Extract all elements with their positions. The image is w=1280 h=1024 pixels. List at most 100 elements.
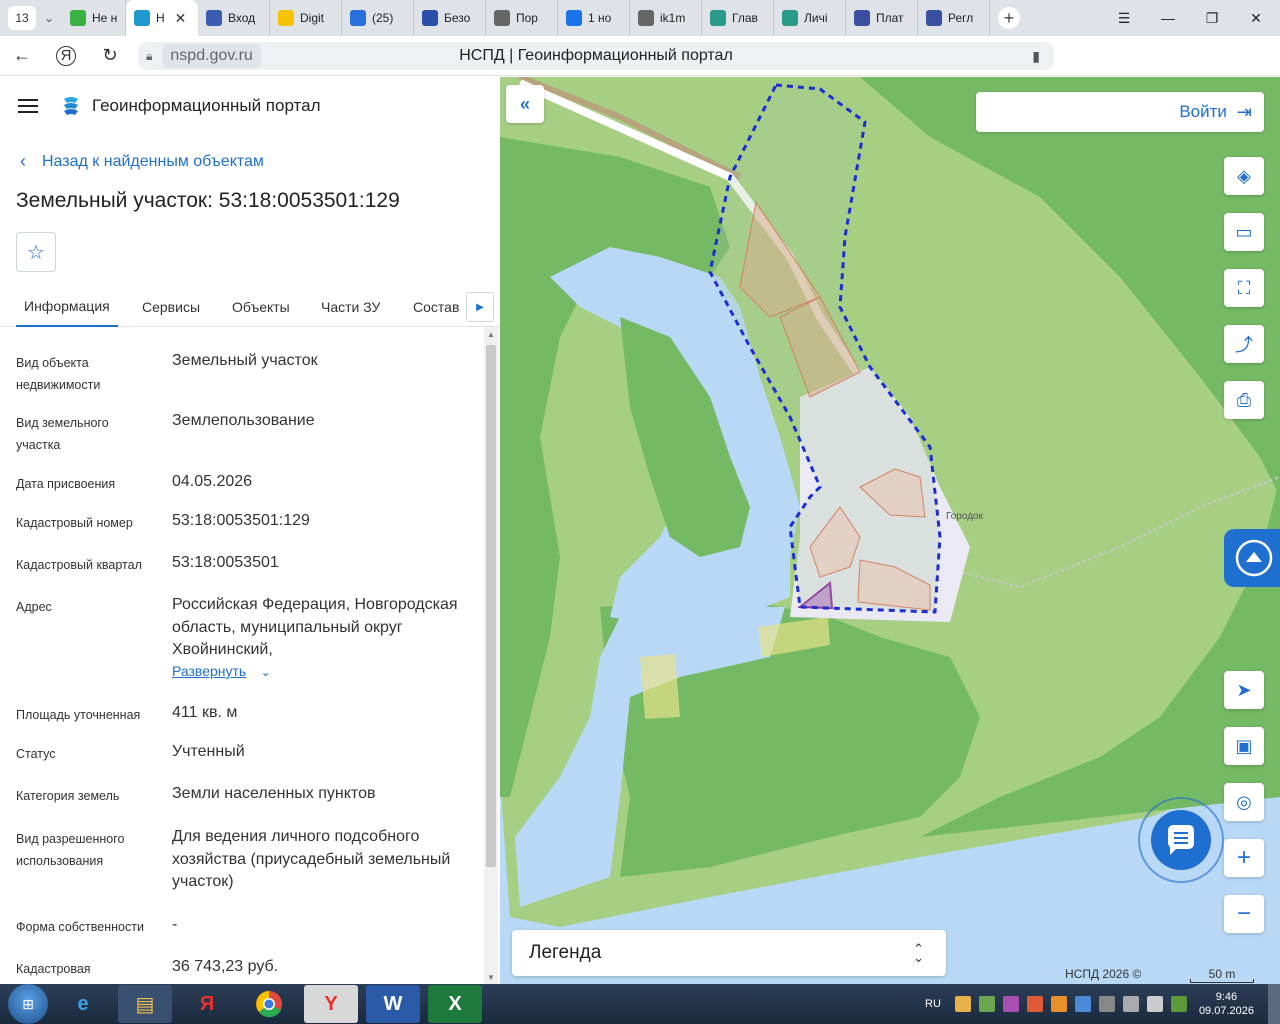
network-icon[interactable] [1170,996,1187,1012]
tab-information[interactable]: Информация [16,287,118,327]
scroll-up-icon[interactable]: ▲ [484,327,498,341]
yandex-icon[interactable]: Я [56,45,76,66]
map-view[interactable]: Городок « Войти ⇥ ◈ ▭ ⛶ ⤴ ⎙ ➤ ▣ ◎ + − Ле… [500,77,1280,984]
scale-bar [1190,979,1254,983]
share-icon[interactable]: ⤴ [1224,325,1264,363]
assistant-robot-icon[interactable] [1224,529,1280,587]
tabs-scroll-right-icon[interactable]: ▶ [466,292,494,322]
property-value: 411 кв. м [172,704,238,721]
browser-tab[interactable]: Вход [198,0,270,36]
word-icon[interactable]: W [366,985,420,1023]
back-to-results-link[interactable]: ‹ Назад к найденным объектам [20,151,264,172]
locate-icon[interactable]: ◎ [1224,783,1264,821]
reload-icon[interactable]: ↻ [88,45,132,66]
zoom-out-button[interactable]: − [1224,895,1264,933]
explorer-icon[interactable]: ▤ [118,985,172,1023]
browser-tab[interactable]: Личі [774,0,846,36]
browser-tab[interactable]: Плат [846,0,918,36]
place-label: Городок [946,511,983,522]
volume-icon[interactable] [1146,996,1163,1012]
ie-icon[interactable]: e [56,985,110,1023]
bookmark-icon[interactable]: ▮ [1032,48,1040,65]
restore-button[interactable]: ❐ [1190,0,1234,36]
property-label: Дата присвоения [16,477,116,491]
browser-tab[interactable]: Регл [918,0,990,36]
browser-tab[interactable]: Глав [702,0,774,36]
property-label: Кадастровый номер [16,516,133,530]
scrollbar-thumb[interactable] [486,345,496,867]
chevron-down-icon[interactable]: ⌄ [36,11,62,25]
menu-icon[interactable]: ☰ [1102,0,1146,36]
hamburger-menu-icon[interactable] [18,99,38,113]
geolocation-icon[interactable]: ➤ [1224,671,1264,709]
collapse-panel-button[interactable]: « [506,85,544,123]
browser-tab-label: Digit [300,11,325,25]
tab-composition[interactable]: Состав [413,287,459,327]
document-icon [638,10,654,26]
url-field[interactable]: 🔒︎ nspd.gov.ru НСПД | Геоинформационный … [138,42,1054,70]
chevron-left-icon: ‹ [20,151,26,171]
language-indicator[interactable]: RU [925,998,941,1010]
tray-app-icon[interactable] [978,996,995,1012]
yandex-browser-icon[interactable]: Я [180,985,234,1023]
login-label: Войти [1179,102,1227,121]
browser-tab-label: Не н [92,11,118,25]
tab-services[interactable]: Сервисы [142,287,200,327]
tray-app-icon[interactable] [1098,996,1115,1012]
browser-tab-label: Плат [876,11,904,25]
system-tray: RU 9:46 09.07.2026 [925,984,1280,1024]
expand-label: Развернуть [172,663,247,679]
chat-button[interactable] [1136,795,1226,885]
nspd-icon [134,10,150,26]
expand-address-link[interactable]: Развернуть ⌄ [172,663,271,681]
minimap-icon[interactable]: ▣ [1224,727,1264,765]
favorite-star-icon[interactable]: ☆ [16,232,56,272]
browser-tab[interactable]: Безо [414,0,486,36]
flag-icon[interactable] [1122,996,1139,1012]
tray-app-icon[interactable] [954,996,971,1012]
tray-app-icon[interactable] [1074,996,1091,1012]
new-tab-button[interactable]: + [998,7,1020,29]
chrome-icon[interactable] [242,985,296,1023]
close-tab-icon[interactable]: ✕ [175,10,187,27]
browser-tab[interactable]: Digit [270,0,342,36]
panel-scrollbar[interactable]: ▲ ▼ [484,327,498,984]
browser-tab[interactable]: (25) [342,0,414,36]
minimize-button[interactable]: — [1146,0,1190,36]
tab-count-badge[interactable]: 13 [8,6,36,30]
legend-dropdown[interactable]: Легенда ⌃ ⌄ [512,930,946,976]
login-button[interactable]: Войти ⇥ [976,92,1264,132]
browser-tab[interactable]: 1 но [558,0,630,36]
browser-tab-label: Глав [732,11,758,25]
scroll-down-icon[interactable]: ▼ [484,970,498,984]
back-icon[interactable]: ← [0,45,44,66]
tray-app-icon[interactable] [1050,996,1067,1012]
ruler-icon[interactable]: ▭ [1224,213,1264,251]
close-window-button[interactable]: ✕ [1234,0,1278,36]
folder-icon [278,10,294,26]
select-area-icon[interactable]: ⛶ [1224,269,1264,307]
clock[interactable]: 9:46 09.07.2026 [1199,990,1254,1018]
yandex-icon[interactable]: Y [304,985,358,1023]
updown-chevron-icon: ⌃ ⌄ [913,941,924,965]
property-label: Площадь уточненная [16,708,141,722]
start-button[interactable]: ⊞ [8,984,48,1024]
browser-tab[interactable]: Н ✕ [126,0,198,36]
layers-icon[interactable]: ◈ [1224,157,1264,195]
tab-objects[interactable]: Объекты [232,287,290,327]
excel-icon[interactable]: X [428,985,482,1023]
browser-tab-label: Н [156,11,165,25]
show-desktop-button[interactable] [1268,984,1280,1024]
tray-app-icon[interactable] [1002,996,1019,1012]
tab-land-parts[interactable]: Части ЗУ [321,287,380,327]
zoom-in-button[interactable]: + [1224,839,1264,877]
property-label: Кадастровая [16,962,91,976]
at-icon [422,10,438,26]
browser-tab[interactable]: Пор [486,0,558,36]
print-icon[interactable]: ⎙ [1224,381,1264,419]
browser-tab[interactable]: Не н [62,0,126,36]
tray-app-icon[interactable] [1026,996,1043,1012]
chevron-down-icon: ⌄ [260,665,271,679]
property-label: Категория земель [16,789,120,803]
browser-tab[interactable]: ik1m [630,0,702,36]
